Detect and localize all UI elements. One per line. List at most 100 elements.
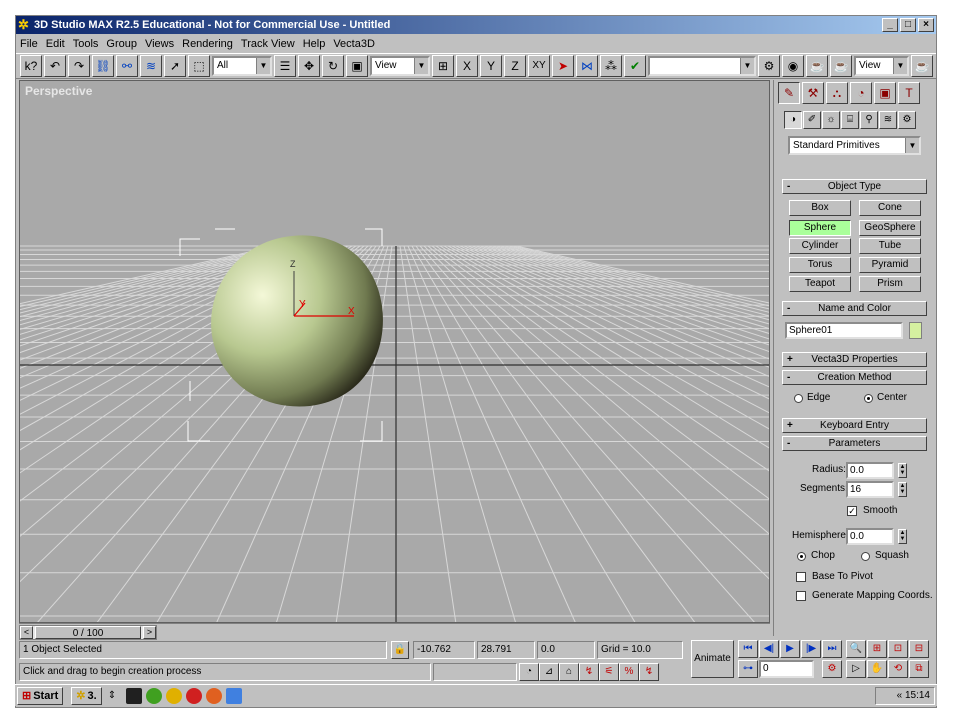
render-type-dropdown[interactable]: View ▼ (854, 56, 909, 76)
gen-mapping-checkbox[interactable] (796, 591, 806, 601)
box-button[interactable]: Box (789, 200, 851, 216)
time-next-arrow-icon[interactable]: > (143, 626, 156, 639)
spinner-snap-icon[interactable]: ↯ (579, 663, 599, 681)
time-slider[interactable]: < 0 / 100 > (19, 625, 157, 640)
geometry-subtab-icon[interactable]: ◑ (784, 111, 802, 129)
base-to-pivot-checkbox[interactable] (796, 572, 806, 582)
geosphere-button[interactable]: GeoSphere (859, 220, 921, 236)
lights-subtab-icon[interactable]: ☼ (822, 111, 840, 129)
zoom-extents-all-icon[interactable]: ⊟ (909, 640, 929, 658)
smooth-checkbox[interactable]: ✓ (847, 506, 857, 516)
animate-button[interactable]: Animate (691, 640, 734, 678)
shapes-subtab-icon[interactable]: ✐ (803, 111, 821, 129)
segments-spinner-icon[interactable]: ▲ ▼ (898, 482, 907, 497)
menu-help[interactable]: Help (303, 38, 326, 50)
coord-y-field[interactable]: 28.791 (477, 641, 535, 659)
segments-field[interactable]: 16 (846, 481, 894, 498)
degradation-override-icon[interactable]: ⚟ (599, 663, 619, 681)
prism-button[interactable]: Prism (859, 276, 921, 292)
region-select-icon[interactable]: ⬚ (188, 55, 210, 77)
redo-icon[interactable]: ↷ (68, 55, 90, 77)
quicklaunch-opera-icon[interactable] (185, 687, 202, 704)
quicklaunch-media-icon[interactable] (165, 687, 182, 704)
hemisphere-field[interactable]: 0.0 (846, 528, 894, 545)
quicklaunch-firefox-icon[interactable] (205, 687, 222, 704)
track-view-icon[interactable]: ⚙ (758, 55, 780, 77)
rollout-creation-method[interactable]: - Creation Method (782, 370, 927, 385)
axis-xy-button[interactable]: XY (528, 55, 550, 77)
help-pointer-icon[interactable]: k? (20, 55, 42, 77)
menu-tools[interactable]: Tools (73, 38, 99, 50)
coord-x-field[interactable]: -10.762 (413, 641, 475, 659)
rotate-icon[interactable]: ↻ (322, 55, 344, 77)
create-tab-icon[interactable]: ✎ (778, 82, 800, 104)
zoom-icon[interactable]: 🔍 (846, 640, 866, 658)
radius-spinner-icon[interactable]: ▲ ▼ (898, 463, 907, 478)
utilities-tab-icon[interactable]: T (898, 82, 920, 104)
unlink-icon[interactable]: ⚯ (116, 55, 138, 77)
named-selection-dropdown[interactable]: ▼ (648, 56, 756, 76)
rollout-parameters[interactable]: - Parameters (782, 436, 927, 451)
tray-expand-icon[interactable]: « (897, 690, 903, 701)
time-config-icon[interactable]: ⚙ (822, 660, 842, 678)
space-warps-subtab-icon[interactable]: ≋ (879, 111, 897, 129)
time-slider-thumb[interactable]: 0 / 100 (35, 626, 141, 639)
hierarchy-tab-icon[interactable]: ⛬ (826, 82, 848, 104)
goto-end-icon[interactable]: ⏭ (822, 640, 842, 658)
inverse-kinematics-icon[interactable]: ➤ (552, 55, 574, 77)
perspective-viewport[interactable]: Z Y X Perspective (19, 80, 770, 623)
modify-tab-icon[interactable]: ⚒ (802, 82, 824, 104)
helpers-subtab-icon[interactable]: ⚲ (860, 111, 878, 129)
material-editor-icon[interactable]: ◉ (782, 55, 804, 77)
percent-snap-icon[interactable]: ⌂ (559, 663, 579, 681)
coord-z-field[interactable]: 0.0 (537, 641, 595, 659)
quicklaunch-desktop-icon[interactable] (225, 687, 242, 704)
pyramid-button[interactable]: Pyramid (859, 257, 921, 273)
render-last-icon[interactable]: ☕ (911, 55, 933, 77)
taskbar-3dsmax-task[interactable]: ✲ 3. (71, 686, 102, 705)
arc-rotate-icon[interactable]: ⟲ (888, 660, 908, 678)
snap-toggle-icon[interactable]: ◔ (519, 663, 539, 681)
systems-subtab-icon[interactable]: ⚙ (898, 111, 916, 129)
mirror-icon[interactable]: ⋈ (576, 55, 598, 77)
minimize-button[interactable]: _ (882, 18, 898, 32)
quick-render-icon[interactable]: ☕ (830, 55, 852, 77)
chop-radio[interactable] (797, 552, 806, 561)
viewport-label[interactable]: Perspective (25, 84, 92, 98)
axis-x-button[interactable]: X (456, 55, 478, 77)
axis-y-button[interactable]: Y (480, 55, 502, 77)
link-icon[interactable]: ⛓ (92, 55, 114, 77)
menu-group[interactable]: Group (106, 38, 137, 50)
axis-z-button[interactable]: Z (504, 55, 526, 77)
time-prev-arrow-icon[interactable]: < (20, 626, 33, 639)
display-tab-icon[interactable]: ▣ (874, 82, 896, 104)
prev-frame-icon[interactable]: ◀| (759, 640, 779, 658)
menu-file[interactable]: File (20, 38, 38, 50)
radius-field[interactable]: 0.0 (846, 462, 894, 479)
rollout-vecta3d[interactable]: + Vecta3D Properties (782, 352, 927, 367)
next-frame-icon[interactable]: |▶ (801, 640, 821, 658)
rollout-name-color[interactable]: - Name and Color (782, 301, 927, 316)
zoom-extents-icon[interactable]: ⊡ (888, 640, 908, 658)
close-button[interactable]: × (918, 18, 934, 32)
extra-snap-icon[interactable]: ↯ (639, 663, 659, 681)
tube-button[interactable]: Tube (859, 238, 921, 254)
scale-icon[interactable]: ▣ (346, 55, 368, 77)
torus-button[interactable]: Torus (789, 257, 851, 273)
render-scene-icon[interactable]: ☕ (806, 55, 828, 77)
bind-space-warp-icon[interactable]: ≋ (140, 55, 162, 77)
center-radio[interactable] (864, 394, 873, 403)
sphere-button[interactable]: Sphere (789, 220, 851, 236)
category-dropdown[interactable]: Standard Primitives ▼ (788, 136, 921, 155)
region-zoom-icon[interactable]: ▷ (846, 660, 866, 678)
menu-rendering[interactable]: Rendering (182, 38, 233, 50)
selection-filter-dropdown[interactable]: All ▼ (212, 56, 272, 76)
align-icon[interactable]: ✔ (624, 55, 646, 77)
lock-selection-icon[interactable]: 🔒 (391, 641, 409, 659)
select-icon[interactable]: ➚ (164, 55, 186, 77)
hemisphere-spinner-icon[interactable]: ▲ ▼ (898, 529, 907, 544)
move-icon[interactable]: ✥ (298, 55, 320, 77)
select-by-name-icon[interactable]: ☰ (274, 55, 296, 77)
undo-icon[interactable]: ↶ (44, 55, 66, 77)
pivot-center-icon[interactable]: ⊞ (432, 55, 454, 77)
